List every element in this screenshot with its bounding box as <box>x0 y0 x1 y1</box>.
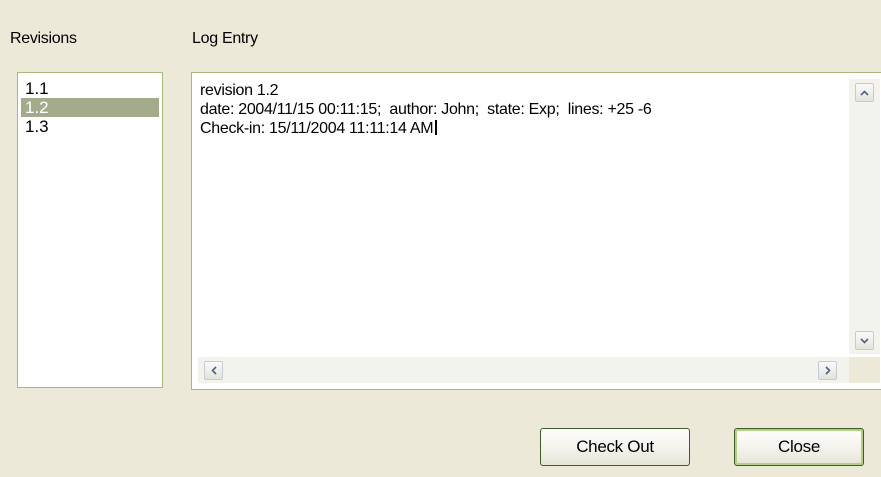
log-entry-label: Log Entry <box>192 30 258 47</box>
log-entry-textarea[interactable]: revision 1.2 date: 2004/11/15 00:11:15; a… <box>191 72 881 390</box>
scroll-up-button[interactable] <box>855 83 874 102</box>
scroll-right-button[interactable] <box>818 361 837 380</box>
check-out-button[interactable]: Check Out <box>540 428 690 466</box>
close-button[interactable]: Close <box>734 428 864 466</box>
text-caret <box>435 120 438 135</box>
revision-item-1-1[interactable]: 1.1 <box>21 79 159 98</box>
revisions-list[interactable]: 1.1 1.2 1.3 <box>17 72 163 388</box>
revision-item-1-2[interactable]: 1.2 <box>21 98 159 117</box>
scroll-left-button[interactable] <box>204 361 223 380</box>
revision-item-1-3[interactable]: 1.3 <box>21 117 159 136</box>
vertical-scrollbar[interactable] <box>849 79 880 354</box>
revisions-label: Revisions <box>10 30 77 47</box>
chevron-up-icon <box>860 89 869 96</box>
log-line-date: date: 2004/11/15 00:11:15; author: John;… <box>200 101 652 118</box>
scrollbar-corner <box>849 357 880 383</box>
scroll-down-button[interactable] <box>855 331 874 350</box>
log-line-revision: revision 1.2 <box>200 82 279 99</box>
chevron-left-icon <box>210 366 217 375</box>
log-entry-text: revision 1.2 date: 2004/11/15 00:11:15; a… <box>200 81 652 138</box>
horizontal-scrollbar[interactable] <box>198 357 849 383</box>
log-line-checkin: Check-in: 15/11/2004 11:11:14 AM <box>200 120 434 137</box>
chevron-right-icon <box>824 366 831 375</box>
chevron-down-icon <box>860 337 869 344</box>
